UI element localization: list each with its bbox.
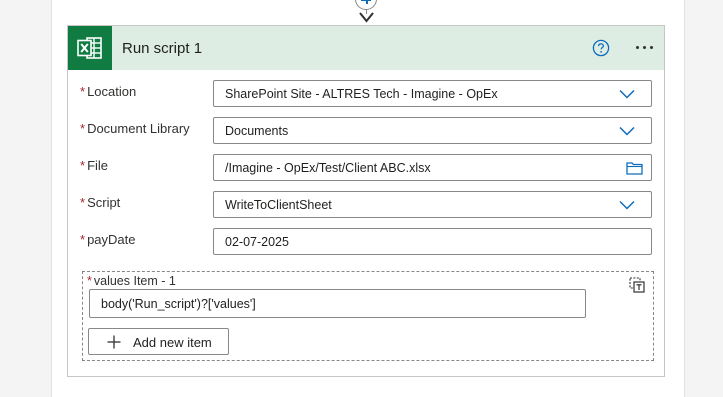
- plus-icon: [107, 335, 121, 349]
- document-library-label: * Document Library: [80, 121, 190, 136]
- paydate-label: * payDate: [80, 232, 136, 247]
- values-array-editor: * values Item - 1 body('Run_script')?['va…: [82, 271, 654, 361]
- location-value: SharePoint Site - ALTRES Tech - Imagine …: [225, 87, 498, 101]
- script-label: * Script: [80, 195, 121, 210]
- arrow-down-icon: [359, 12, 374, 23]
- left-gutter: [0, 0, 51, 397]
- location-label: * Location: [80, 84, 137, 99]
- location-dropdown[interactable]: SharePoint Site - ALTRES Tech - Imagine …: [213, 80, 652, 107]
- paydate-input[interactable]: 02-07-2025: [213, 228, 652, 255]
- add-new-item-button[interactable]: Add new item: [88, 328, 229, 355]
- help-circle-icon[interactable]: [592, 39, 610, 57]
- values-item-expression: body('Run_script')?['values']: [101, 297, 256, 311]
- add-new-item-label: Add new item: [133, 335, 212, 350]
- chevron-down-icon: [619, 89, 635, 99]
- script-dropdown[interactable]: WriteToClientSheet: [213, 191, 652, 218]
- chevron-down-icon: [619, 126, 635, 136]
- chevron-down-icon: [619, 200, 635, 210]
- switch-to-input-entire-array-icon[interactable]: [628, 276, 646, 294]
- file-label: * File: [80, 158, 109, 173]
- file-value: /Imagine - OpEx/Test/Client ABC.xlsx: [225, 161, 431, 175]
- run-script-action-card: Run script 1 * Location SharePoint Site -…: [67, 25, 665, 377]
- right-gutter: [684, 0, 723, 397]
- values-item-label: * values Item - 1: [87, 274, 176, 288]
- values-item-input[interactable]: body('Run_script')?['values']: [89, 289, 586, 318]
- card-header[interactable]: Run script 1: [68, 26, 664, 70]
- document-library-dropdown[interactable]: Documents: [213, 117, 652, 144]
- script-value: WriteToClientSheet: [225, 198, 332, 212]
- file-picker[interactable]: /Imagine - OpEx/Test/Client ABC.xlsx: [213, 154, 652, 181]
- folder-icon[interactable]: [626, 161, 643, 175]
- excel-icon: [68, 26, 112, 70]
- card-title[interactable]: Run script 1: [122, 40, 202, 57]
- more-horizontal-icon[interactable]: [630, 37, 658, 57]
- paydate-value: 02-07-2025: [225, 235, 289, 249]
- document-library-value: Documents: [225, 124, 289, 138]
